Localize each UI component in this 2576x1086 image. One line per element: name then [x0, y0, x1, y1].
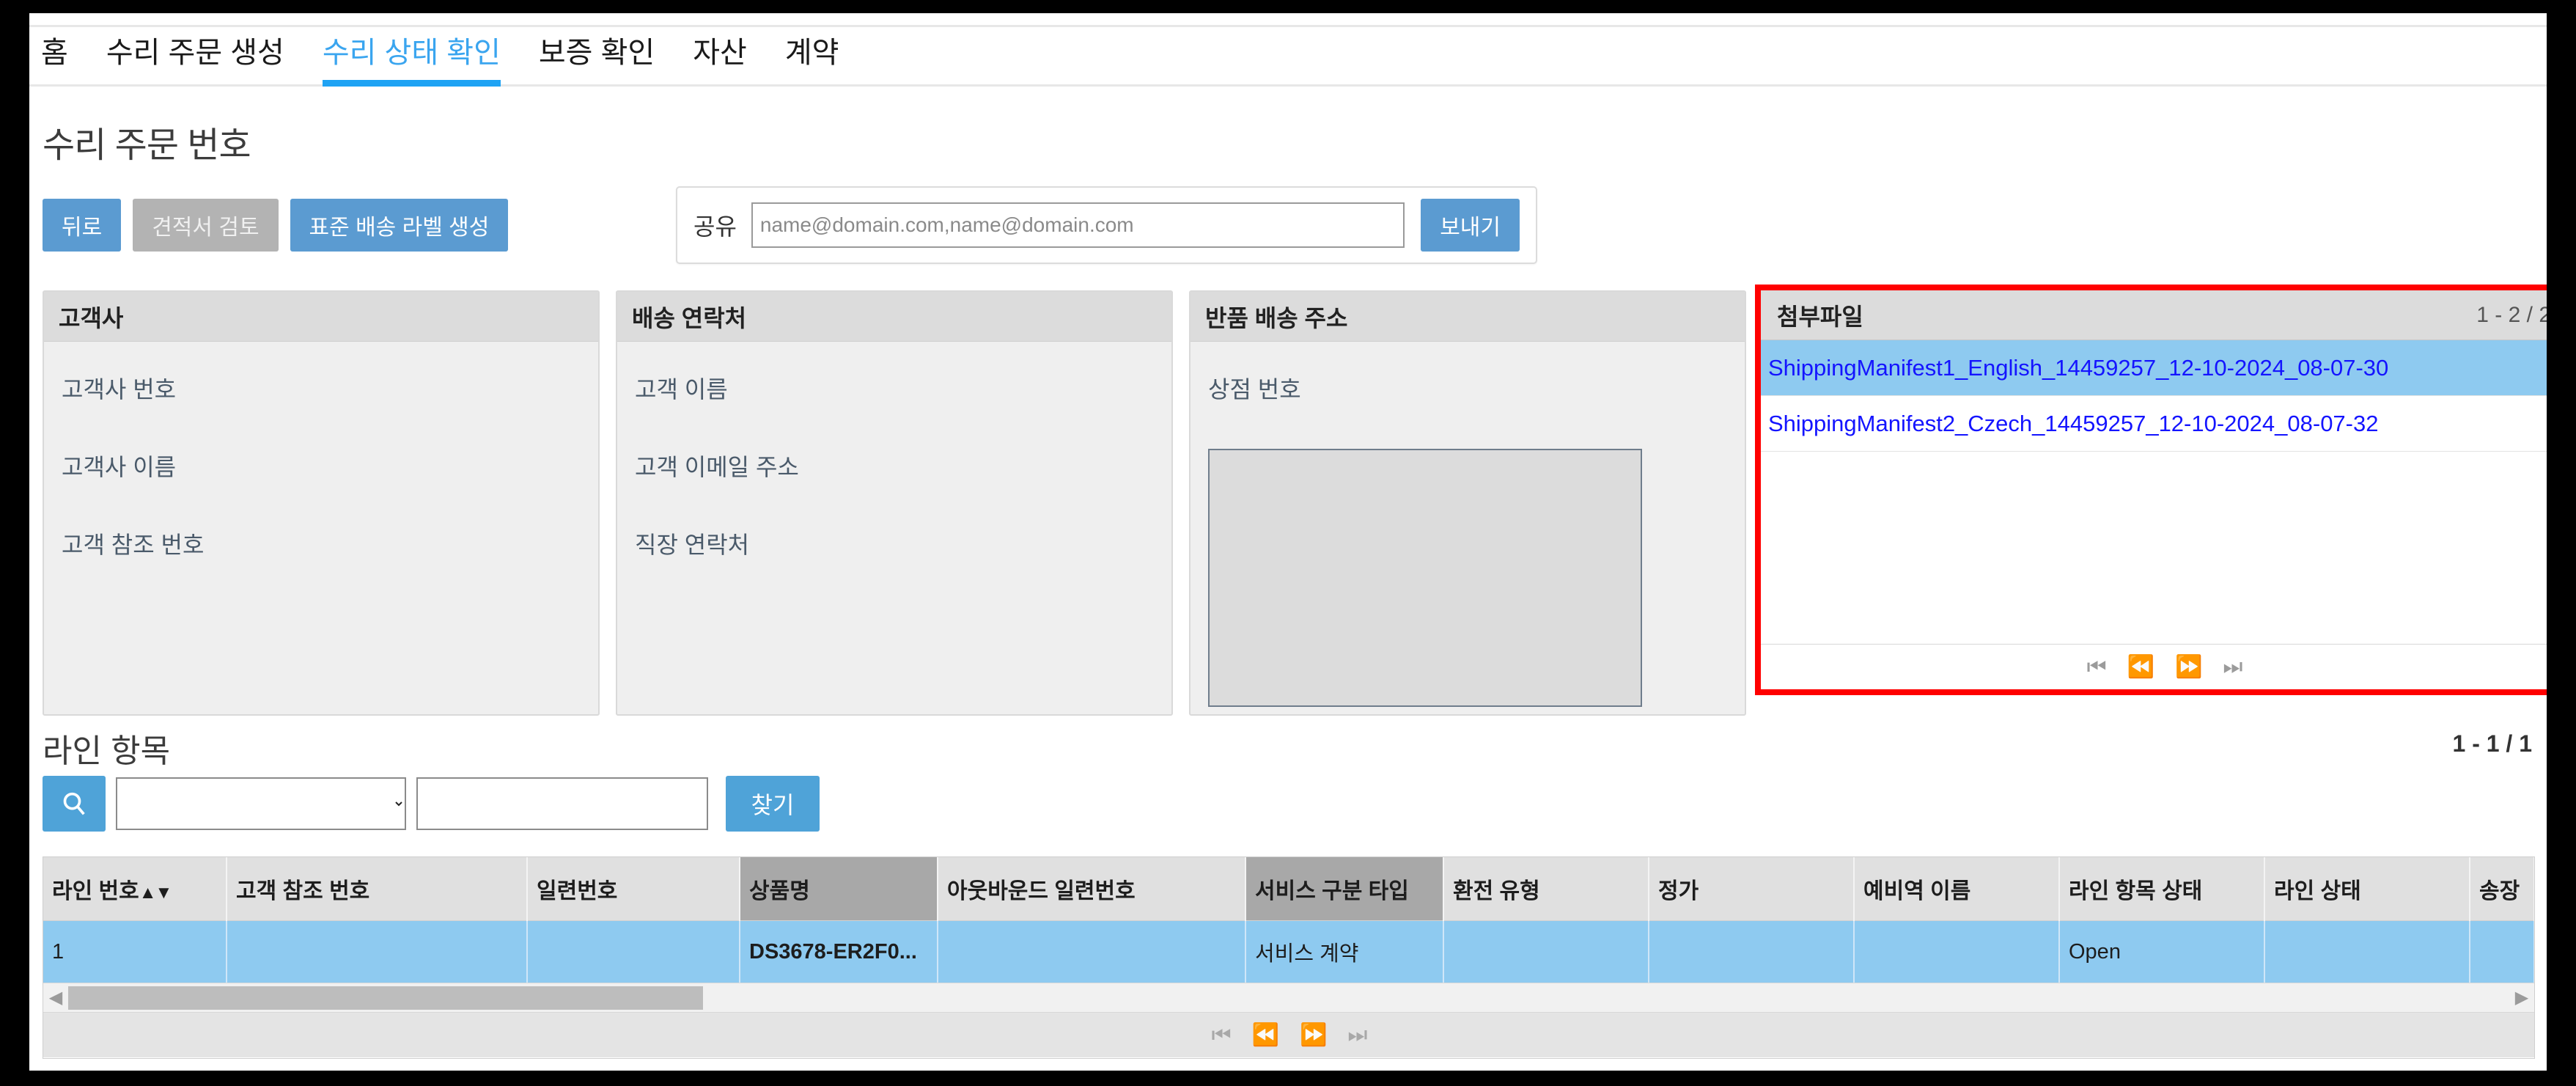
return-address-textarea[interactable] [1208, 449, 1642, 707]
line-items-title: 라인 항목 [43, 733, 171, 769]
column-header-invoice[interactable]: 송장 [2470, 857, 2534, 921]
column-header-line-item-status[interactable]: 라인 항목 상태 [2059, 857, 2265, 921]
review-quote-button[interactable]: 견적서 검토 [133, 199, 279, 252]
cell-list-price [1649, 920, 1855, 984]
return-shipping-address-panel: 반품 배송 주소 상점 번호 [1189, 290, 1746, 716]
attachments-list: ShippingManifest1_English_14459257_12-10… [1761, 340, 2547, 644]
main-navigation: 홈 수리 주문 생성 수리 상태 확인 보증 확인 자산 계약 [29, 25, 2547, 87]
customer-name-label: 고객사 이름 [62, 454, 177, 480]
cell-line-number: 1 [43, 920, 227, 984]
first-page-icon[interactable]: ⏮ [1212, 1023, 1232, 1048]
attachments-pagination: ⏮ ⏪ ⏩ ⏭ [1761, 644, 2547, 689]
page-title: 수리 주문 번호 [43, 126, 251, 165]
column-header-line-status[interactable]: 라인 상태 [2264, 857, 2470, 921]
column-header-outbound-serial-number[interactable]: 아웃바운드 일련번호 [938, 857, 1246, 921]
search-input[interactable] [416, 777, 708, 830]
share-email-input[interactable] [751, 202, 1405, 248]
column-header-list-price[interactable]: 정가 [1649, 857, 1855, 921]
column-header-customer-reference[interactable]: 고객 참조 번호 [227, 857, 528, 921]
next-page-icon[interactable]: ⏩ [1300, 1022, 1327, 1048]
column-header-line-number[interactable]: 라인 번호▲▼ [43, 857, 227, 921]
customer-panel-header: 고객사 [44, 292, 598, 342]
line-items-pagination: ⏮ ⏪ ⏩ ⏭ [43, 1012, 2534, 1057]
cell-service-type: 서비스 계약 [1245, 920, 1444, 984]
attachment-link[interactable]: ShippingManifest2_Czech_14459257_12-10-2… [1768, 411, 2378, 437]
column-header-serial-number[interactable]: 일련번호 [527, 857, 740, 921]
column-header-reserve-name[interactable]: 예비역 이름 [1854, 857, 2060, 921]
attachments-highlight-box: 첨부파일 1 - 2 / 2 ShippingManifest1_English… [1755, 285, 2547, 695]
contact-email-label: 고객 이메일 주소 [635, 454, 799, 480]
action-toolbar: 뒤로 견적서 검토 표준 배송 라벨 생성 [43, 195, 509, 255]
line-items-record-count: 1 - 1 / 1 [2452, 730, 2533, 757]
nav-item-4[interactable]: 자산 [693, 29, 747, 84]
shipping-contact-panel-title: 배송 연락처 [632, 304, 747, 331]
scroll-left-icon[interactable]: ◀ [43, 984, 68, 1012]
list-item[interactable]: ShippingManifest2_Czech_14459257_12-10-2… [1761, 396, 2547, 452]
first-page-icon[interactable]: ⏮ [2087, 656, 2107, 678]
share-panel: 공유 보내기 [676, 186, 1537, 264]
screenshot-root: 홈 수리 주문 생성 수리 상태 확인 보증 확인 자산 계약 수리 주문 번호 뒤로 견… [0, 0, 2576, 1086]
return-address-panel-header: 반품 배송 주소 [1191, 292, 1745, 342]
cell-product-name: DS3678-ER2F0... [740, 920, 938, 984]
nav-item-5[interactable]: 계약 [785, 29, 839, 84]
column-header-exchange-type[interactable]: 환전 유형 [1443, 857, 1649, 921]
sort-arrows-icon[interactable]: ▲▼ [139, 883, 172, 903]
list-item[interactable]: ShippingManifest1_English_14459257_12-10… [1761, 340, 2547, 396]
attachments-panel-title: 첨부파일 [1777, 303, 1863, 330]
column-header-service-type[interactable]: 서비스 구분 타입 [1245, 857, 1444, 921]
prev-page-icon[interactable]: ⏪ [2127, 656, 2154, 678]
search-icon[interactable] [43, 776, 106, 832]
customer-panel: 고객사 고객사 번호 고객사 이름 고객 참조 번호 [43, 290, 600, 716]
customer-reference-number-label: 고객 참조 번호 [62, 532, 205, 558]
line-items-table: 라인 번호▲▼ 고객 참조 번호 일련번호 상품명 아웃바운드 일련번호 서비스… [43, 857, 2534, 984]
return-address-panel-body: 상점 번호 [1191, 342, 1745, 714]
send-button[interactable]: 보내기 [1421, 199, 1520, 252]
create-standard-shipping-label-button[interactable]: 표준 배송 라벨 생성 [290, 199, 509, 252]
store-number-label: 상점 번호 [1208, 376, 1301, 403]
contact-work-phone-label: 직장 연락처 [635, 532, 750, 558]
find-button[interactable]: 찾기 [726, 776, 820, 832]
attachments-panel-header: 첨부파일 1 - 2 / 2 [1761, 290, 2547, 340]
search-field-select[interactable] [116, 777, 406, 830]
cell-serial-number [527, 920, 740, 984]
next-page-icon[interactable]: ⏩ [2175, 656, 2202, 678]
scroll-right-icon[interactable]: ▶ [2509, 984, 2534, 1012]
attachments-record-count: 1 - 2 / 2 [2476, 302, 2547, 327]
nav-item-3[interactable]: 보증 확인 [539, 29, 655, 84]
shipping-contact-panel-body: 고객 이름 고객 이메일 주소 직장 연락처 [617, 342, 1171, 582]
customer-number-label: 고객사 번호 [62, 376, 177, 403]
application-page: 홈 수리 주문 생성 수리 상태 확인 보증 확인 자산 계약 수리 주문 번호 뒤로 견… [29, 13, 2547, 1071]
scrollbar-track[interactable] [68, 984, 2509, 1012]
contact-name-label: 고객 이름 [635, 376, 728, 403]
cell-line-status [2264, 920, 2470, 984]
nav-item-0[interactable]: 홈 [41, 29, 68, 84]
cell-exchange-type [1443, 920, 1649, 984]
attachment-link[interactable]: ShippingManifest1_English_14459257_12-10… [1768, 355, 2388, 381]
last-page-icon[interactable]: ⏭ [1347, 1023, 1367, 1048]
grid-horizontal-scrollbar[interactable]: ◀ ▶ [43, 983, 2534, 1012]
scrollbar-thumb[interactable] [68, 986, 703, 1010]
last-page-icon[interactable]: ⏭ [2223, 656, 2242, 678]
customer-panel-title: 고객사 [59, 304, 124, 331]
nav-item-2[interactable]: 수리 상태 확인 [322, 29, 501, 87]
customer-panel-body: 고객사 번호 고객사 이름 고객 참조 번호 [44, 342, 598, 582]
cell-customer-reference [227, 920, 528, 984]
cell-invoice [2470, 920, 2534, 984]
nav-item-1[interactable]: 수리 주문 생성 [106, 29, 284, 84]
cell-outbound-serial-number [938, 920, 1246, 984]
share-label: 공유 [693, 213, 737, 240]
return-address-panel-title: 반품 배송 주소 [1205, 304, 1348, 331]
shipping-contact-panel: 배송 연락처 고객 이름 고객 이메일 주소 직장 연락처 [616, 290, 1173, 716]
table-row[interactable]: 1 DS3678-ER2F0... 서비스 계약 Open [43, 920, 2534, 984]
table-header-row: 라인 번호▲▼ 고객 참조 번호 일련번호 상품명 아웃바운드 일련번호 서비스… [43, 857, 2534, 921]
column-header-product-name[interactable]: 상품명 [740, 857, 938, 921]
back-button[interactable]: 뒤로 [43, 199, 122, 252]
line-items-search-row: 찾기 [43, 776, 820, 832]
prev-page-icon[interactable]: ⏪ [1252, 1022, 1279, 1048]
cell-reserve-name [1854, 920, 2060, 984]
cell-line-item-status: Open [2059, 920, 2265, 984]
shipping-contact-panel-header: 배송 연락처 [617, 292, 1171, 342]
attachments-panel: 첨부파일 1 - 2 / 2 ShippingManifest1_English… [1761, 290, 2547, 689]
